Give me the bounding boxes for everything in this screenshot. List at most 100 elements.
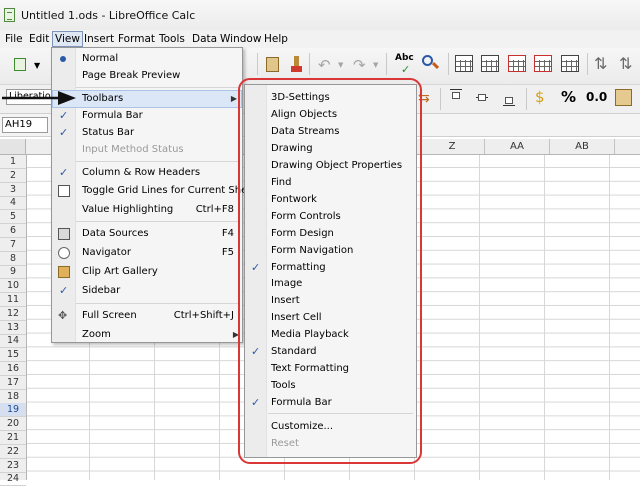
center-vertically-icon[interactable] bbox=[476, 88, 488, 106]
toolbars-menu-item[interactable]: Text Formatting bbox=[245, 360, 416, 377]
delete-column-icon[interactable] bbox=[534, 55, 552, 72]
view-menu-formula-bar[interactable]: ✓ Formula Bar bbox=[52, 107, 242, 125]
row-header[interactable]: 14 bbox=[0, 334, 26, 349]
paste-icon[interactable] bbox=[262, 54, 282, 74]
view-menu-clip-art-gallery[interactable]: Clip Art Gallery bbox=[52, 263, 242, 281]
toolbars-menu-item[interactable]: Align Objects bbox=[245, 106, 416, 123]
view-menu-navigator[interactable]: Navigator F5 bbox=[52, 244, 242, 262]
redo-dropdown-icon[interactable]: ▼ bbox=[373, 61, 378, 69]
undo-icon[interactable]: ↶ bbox=[318, 56, 331, 74]
borders-icon[interactable]: ⇆ bbox=[418, 90, 430, 106]
row-header[interactable]: 17 bbox=[0, 376, 26, 390]
toolbars-menu-item[interactable]: Insert Cell bbox=[245, 309, 416, 326]
row-header[interactable]: 11 bbox=[0, 293, 26, 307]
date-format-icon[interactable] bbox=[615, 89, 632, 106]
row-header[interactable]: 22 bbox=[0, 445, 26, 459]
toolbars-menu-item[interactable]: Image bbox=[245, 275, 416, 292]
menu-insert[interactable]: Insert bbox=[82, 31, 116, 47]
row-header[interactable]: 3 bbox=[0, 183, 26, 197]
align-bottom-icon[interactable] bbox=[503, 88, 515, 106]
percent-format-button[interactable]: % bbox=[561, 88, 576, 106]
toolbars-menu-customize[interactable]: Customize... bbox=[245, 418, 416, 435]
row-header[interactable]: 13 bbox=[0, 321, 26, 335]
toolbars-menu-item[interactable]: Drawing Object Properties bbox=[245, 157, 416, 174]
menu-file[interactable]: File bbox=[3, 31, 25, 47]
view-menu-full-screen[interactable]: ✥ Full Screen Ctrl+Shift+J bbox=[52, 307, 242, 325]
menu-data[interactable]: Data bbox=[190, 31, 219, 47]
row-header[interactable]: 2 bbox=[0, 169, 26, 183]
toolbars-menu-item[interactable]: ✓ Formula Bar bbox=[245, 394, 416, 411]
toolbars-menu-item[interactable]: Fontwork bbox=[245, 191, 416, 208]
view-menu-sidebar[interactable]: ✓ Sidebar bbox=[52, 282, 242, 300]
view-menu-status-bar[interactable]: ✓ Status Bar bbox=[52, 124, 242, 142]
undo-dropdown-icon[interactable]: ▼ bbox=[338, 61, 343, 69]
toolbars-menu-item[interactable]: Media Playback bbox=[245, 326, 416, 343]
toolbars-menu-item[interactable]: Find bbox=[245, 174, 416, 191]
grid-lines-icon bbox=[58, 185, 70, 197]
row-header[interactable]: 24 bbox=[0, 472, 26, 486]
menu-help[interactable]: Help bbox=[262, 31, 290, 47]
toolbars-menu-item[interactable]: Insert bbox=[245, 292, 416, 309]
freeze-rows-columns-icon[interactable] bbox=[561, 55, 579, 72]
view-menu-toggle-grid-lines[interactable]: Toggle Grid Lines for Current Sheet bbox=[52, 182, 257, 200]
row-header[interactable]: 21 bbox=[0, 431, 26, 445]
title-bar: Untitled 1.ods - LibreOffice Calc bbox=[0, 0, 640, 30]
column-header[interactable]: AA bbox=[485, 139, 550, 154]
view-menu-data-sources[interactable]: Data Sources F4 bbox=[52, 225, 242, 243]
name-box[interactable]: AH19 bbox=[2, 117, 48, 133]
toolbars-menu-item[interactable]: Data Streams bbox=[245, 123, 416, 140]
menu-format[interactable]: Format bbox=[116, 31, 157, 47]
new-spreadsheet-icon[interactable] bbox=[10, 54, 30, 74]
menu-edit[interactable]: Edit bbox=[27, 31, 51, 47]
row-header[interactable]: 4 bbox=[0, 196, 26, 211]
row-header[interactable]: 8 bbox=[0, 252, 26, 266]
clone-formatting-icon[interactable] bbox=[286, 54, 306, 74]
column-header[interactable]: Z bbox=[420, 139, 485, 154]
toolbars-menu-item[interactable]: 3D-Settings bbox=[245, 89, 416, 106]
column-header[interactable]: AB bbox=[550, 139, 615, 154]
column-icon[interactable] bbox=[481, 55, 499, 72]
toolbars-menu-item[interactable]: ✓ Formatting bbox=[245, 259, 416, 276]
toolbars-menu-item[interactable]: Form Navigation bbox=[245, 242, 416, 259]
row-header[interactable]: 19 bbox=[0, 403, 26, 418]
view-menu-page-break-preview[interactable]: Page Break Preview bbox=[52, 67, 242, 85]
row-header[interactable]: 15 bbox=[0, 348, 26, 363]
row-header[interactable]: 10 bbox=[0, 279, 26, 294]
row-header[interactable]: 23 bbox=[0, 459, 26, 473]
new-dropdown-icon[interactable]: ▼ bbox=[34, 61, 40, 70]
row-header[interactable]: 1 bbox=[0, 155, 26, 169]
view-menu-value-highlighting[interactable]: Value Highlighting Ctrl+F8 bbox=[52, 201, 242, 219]
number-format-button[interactable]: 0.0 bbox=[586, 90, 607, 104]
toolbars-menu-item[interactable]: Tools bbox=[245, 377, 416, 394]
row-header[interactable]: 12 bbox=[0, 307, 26, 321]
row-header[interactable]: 20 bbox=[0, 417, 26, 432]
row-header[interactable]: 16 bbox=[0, 362, 26, 376]
find-replace-icon[interactable] bbox=[420, 53, 442, 75]
menu-tools[interactable]: Tools bbox=[157, 31, 187, 47]
align-top-icon[interactable] bbox=[450, 88, 462, 106]
toolbars-menu-item[interactable]: Drawing bbox=[245, 140, 416, 157]
sort-descending-icon[interactable]: ⇅ bbox=[619, 54, 632, 73]
toolbars-menu-item[interactable]: Form Controls bbox=[245, 208, 416, 225]
row-header[interactable]: 5 bbox=[0, 210, 26, 225]
menu-window[interactable]: Window bbox=[218, 31, 263, 47]
row-header[interactable]: 9 bbox=[0, 265, 26, 280]
select-all-corner[interactable] bbox=[0, 139, 26, 154]
view-menu-column-row-headers[interactable]: ✓ Column & Row Headers bbox=[52, 164, 242, 182]
view-menu-normal[interactable]: Normal bbox=[52, 50, 242, 68]
row-header[interactable]: 6 bbox=[0, 224, 26, 238]
view-menu-toolbars[interactable]: Toolbars ▶ bbox=[52, 90, 242, 108]
view-menu-zoom[interactable]: Zoom ▶ bbox=[52, 326, 242, 344]
row-header[interactable]: 7 bbox=[0, 238, 26, 252]
toolbars-menu-item[interactable]: Form Design bbox=[245, 225, 416, 242]
menu-view[interactable]: View bbox=[52, 31, 83, 47]
spelling-icon[interactable]: Abc ✓ bbox=[394, 53, 416, 76]
currency-icon[interactable]: $ bbox=[535, 88, 545, 106]
row-icon[interactable] bbox=[455, 55, 473, 72]
redo-icon[interactable]: ↷ bbox=[353, 56, 366, 74]
sort-ascending-icon[interactable]: ⇅ bbox=[594, 54, 607, 73]
row-header[interactable]: 18 bbox=[0, 390, 26, 404]
column-header-partial[interactable] bbox=[615, 139, 640, 154]
toolbars-menu-item[interactable]: ✓ Standard bbox=[245, 343, 416, 360]
delete-row-icon[interactable] bbox=[508, 55, 526, 72]
